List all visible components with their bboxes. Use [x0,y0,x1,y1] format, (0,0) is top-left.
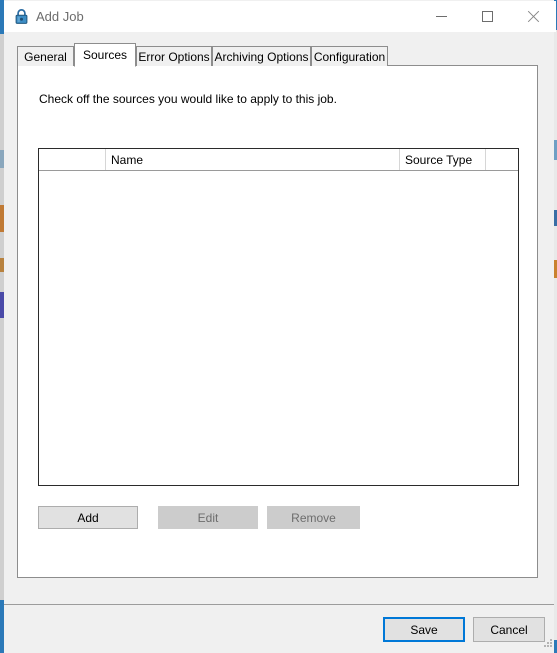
minimize-icon [435,16,447,17]
tab-sources[interactable]: Sources [74,43,136,67]
save-button[interactable]: Save [383,617,465,642]
close-icon [527,11,539,23]
resize-grip[interactable] [542,637,554,649]
tab-label: Error Options [138,49,210,64]
remove-source-button: Remove [267,506,360,529]
column-header-name[interactable]: Name [106,149,400,170]
edit-source-button: Edit [158,506,258,529]
list-body-empty[interactable] [39,171,518,485]
close-button[interactable] [510,1,556,32]
tab-configuration[interactable]: Configuration [311,46,388,66]
dialog-button-bar: Save Cancel [4,605,554,652]
tab-general[interactable]: General [17,46,74,66]
tab-archiving-options[interactable]: Archiving Options [212,46,311,66]
column-header-source-type[interactable]: Source Type [400,149,486,170]
maximize-button[interactable] [464,1,510,32]
window-title: Add Job [36,9,84,24]
tab-label: General [24,49,67,64]
cancel-button[interactable]: Cancel [473,617,545,642]
tab-error-options[interactable]: Error Options [136,46,212,66]
dialog-client-area: General Sources Error Options Archiving … [4,32,554,604]
title-bar[interactable]: Add Job [4,1,556,32]
tab-label: Sources [82,48,128,62]
sources-tab-panel: Check off the sources you would like to … [17,65,538,578]
instruction-text: Check off the sources you would like to … [39,92,337,106]
add-source-button[interactable]: Add [38,506,138,529]
column-header-check[interactable] [39,149,106,170]
minimize-button[interactable] [418,1,464,32]
column-header-tail[interactable] [486,149,518,170]
sources-list-view[interactable]: Name Source Type [38,148,519,486]
maximize-icon [481,11,493,22]
list-header-row: Name Source Type [39,149,518,171]
padlock-icon [13,8,30,25]
tab-label: Archiving Options [214,49,309,64]
add-job-dialog-window: Add Job General Sources Error Options Ar… [0,0,557,653]
tab-label: Configuration [313,49,386,64]
